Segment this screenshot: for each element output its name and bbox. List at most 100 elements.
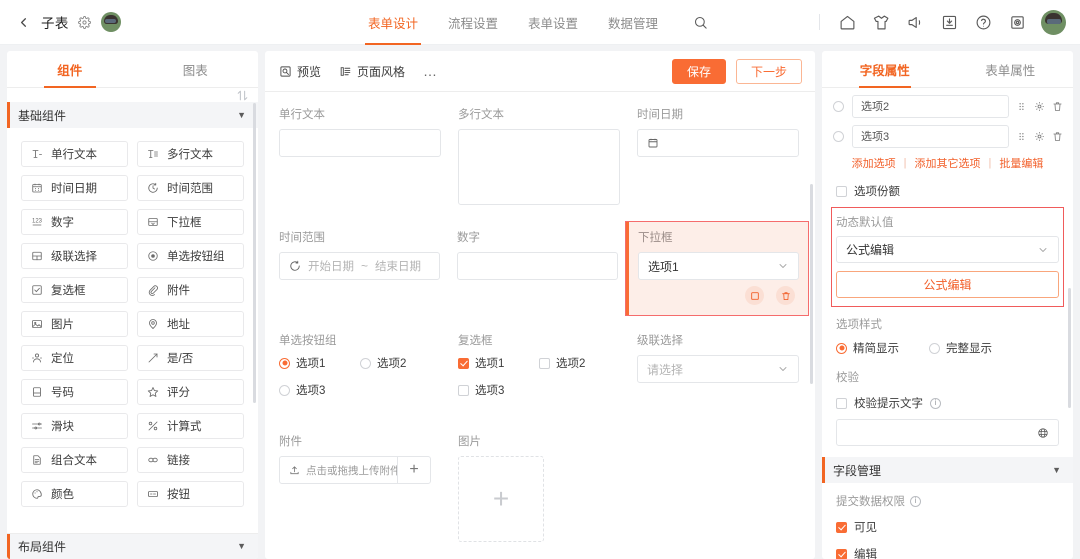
- field-number[interactable]: 数字: [457, 229, 618, 311]
- component-color[interactable]: 颜色: [21, 481, 128, 507]
- radio-option-1[interactable]: 选项1: [279, 355, 360, 371]
- component-checkbox[interactable]: 复选框: [21, 277, 128, 303]
- gear-icon[interactable]: [1034, 131, 1045, 142]
- option-style-full[interactable]: 完整显示: [929, 340, 992, 356]
- group-header-basic[interactable]: 基础组件 ▼: [7, 102, 258, 128]
- info-icon[interactable]: i: [930, 397, 941, 409]
- component-datetime[interactable]: 时间日期: [21, 175, 128, 201]
- option-value-input-2[interactable]: 选项3: [852, 124, 1009, 148]
- gear-icon[interactable]: [1034, 101, 1045, 112]
- permission-visible[interactable]: 可见: [836, 515, 1059, 537]
- add-option-link[interactable]: 添加选项: [852, 155, 896, 171]
- time-range-input[interactable]: 开始日期 ~ 结束日期: [279, 252, 440, 280]
- target-icon[interactable]: [1000, 5, 1034, 39]
- formula-edit-button[interactable]: 公式编辑: [836, 271, 1059, 298]
- next-step-button[interactable]: 下一步: [735, 58, 802, 84]
- number-input[interactable]: [457, 252, 618, 280]
- dropdown-input[interactable]: 选项1: [638, 252, 799, 280]
- option-quota-checkbox[interactable]: 选项份额: [822, 179, 1073, 201]
- tab-form-design[interactable]: 表单设计: [364, 1, 422, 45]
- component-slider[interactable]: 滑块: [21, 413, 128, 439]
- sort-icon[interactable]: [236, 89, 249, 102]
- gear-icon[interactable]: [78, 15, 92, 29]
- left-panel-scrollbar[interactable]: [253, 103, 256, 403]
- more-options-icon[interactable]: …: [423, 64, 438, 78]
- tab-components[interactable]: 组件: [7, 51, 133, 87]
- page-style-button[interactable]: 页面风格: [339, 63, 405, 80]
- radio-indicator[interactable]: [833, 100, 844, 112]
- tab-data-management[interactable]: 数据管理: [608, 1, 658, 45]
- field-checkbox-group[interactable]: 复选框 选项1 选项2 选项3: [458, 332, 620, 413]
- download-icon[interactable]: [932, 5, 966, 39]
- megaphone-icon[interactable]: [898, 5, 932, 39]
- info-icon[interactable]: i: [910, 495, 921, 507]
- datetime-input[interactable]: [637, 129, 799, 157]
- component-rating[interactable]: 评分: [137, 379, 244, 405]
- field-cascader[interactable]: 级联选择 请选择: [637, 332, 799, 413]
- component-formula[interactable]: 计算式: [137, 413, 244, 439]
- help-icon[interactable]: [966, 5, 1000, 39]
- trash-icon[interactable]: [776, 286, 795, 305]
- component-dropdown[interactable]: 下拉框: [137, 209, 244, 235]
- field-image[interactable]: 图片 +: [458, 433, 620, 546]
- component-positioning[interactable]: 定位: [21, 345, 128, 371]
- add-other-option-link[interactable]: 添加其它选项: [915, 155, 981, 171]
- canvas-scrollbar[interactable]: [810, 184, 813, 384]
- component-single-line-text[interactable]: 单行文本: [21, 141, 128, 167]
- avatar[interactable]: [100, 12, 121, 32]
- save-button[interactable]: 保存: [671, 58, 726, 84]
- image-upload-box[interactable]: +: [458, 456, 544, 542]
- field-single-line-text[interactable]: 单行文本: [279, 106, 441, 209]
- option-style-simple[interactable]: 精简显示: [836, 340, 899, 356]
- component-cascader[interactable]: 级联选择: [21, 243, 128, 269]
- user-avatar[interactable]: [1041, 9, 1066, 35]
- component-list-scroll[interactable]: 单行文本 多行文本 时间日期 时间范围 123 数字 下拉框 级联选择 单选按钮…: [7, 128, 258, 533]
- radio-option-2[interactable]: 选项2: [360, 355, 441, 371]
- chevron-left-icon[interactable]: [14, 13, 32, 31]
- checkbox-option-1[interactable]: 选项1: [458, 355, 539, 371]
- right-panel-scrollbar[interactable]: [1068, 288, 1071, 408]
- single-line-text-input[interactable]: [279, 129, 441, 157]
- preview-button[interactable]: 预览: [279, 63, 321, 80]
- batch-edit-link[interactable]: 批量编辑: [999, 155, 1043, 171]
- validation-tip-checkbox[interactable]: 校验提示文字 i: [836, 391, 1059, 413]
- radio-option-3[interactable]: 选项3: [279, 382, 363, 398]
- globe-icon[interactable]: [1037, 427, 1049, 439]
- shirt-icon[interactable]: [864, 5, 898, 39]
- component-composite-text[interactable]: 组合文本: [21, 447, 128, 473]
- trash-icon[interactable]: [1052, 101, 1063, 112]
- tab-form-properties[interactable]: 表单属性: [948, 51, 1074, 87]
- component-yes-no[interactable]: 是/否: [137, 345, 244, 371]
- tab-form-settings[interactable]: 表单设置: [528, 1, 578, 45]
- component-image[interactable]: 图片: [21, 311, 128, 337]
- component-attachment[interactable]: 附件: [137, 277, 244, 303]
- option-value-input-1[interactable]: 选项2: [852, 94, 1009, 118]
- cascader-input[interactable]: 请选择: [637, 355, 799, 383]
- field-attachment[interactable]: 附件 点击或拖拽上传附件,… +: [279, 433, 441, 546]
- multi-line-text-input[interactable]: [458, 129, 620, 205]
- home-icon[interactable]: [830, 5, 864, 39]
- add-attachment-button[interactable]: +: [397, 457, 430, 483]
- component-number[interactable]: 123 数字: [21, 209, 128, 235]
- component-radio-group[interactable]: 单选按钮组: [137, 243, 244, 269]
- component-time-range[interactable]: 时间范围: [137, 175, 244, 201]
- tab-process-settings[interactable]: 流程设置: [448, 1, 498, 45]
- field-datetime[interactable]: 时间日期: [637, 106, 799, 209]
- checkbox-option-3[interactable]: 选项3: [458, 382, 542, 398]
- component-multi-line-text[interactable]: 多行文本: [137, 141, 244, 167]
- component-link[interactable]: 链接: [137, 447, 244, 473]
- copy-icon[interactable]: [745, 286, 764, 305]
- group-header-layout[interactable]: 布局组件 ▼: [7, 533, 258, 559]
- field-dropdown-selected[interactable]: 下拉框 选项1: [625, 221, 809, 316]
- attachment-upload[interactable]: 点击或拖拽上传附件,… +: [279, 456, 431, 484]
- tab-charts[interactable]: 图表: [133, 51, 259, 87]
- component-address[interactable]: 地址: [137, 311, 244, 337]
- validation-tip-input[interactable]: [836, 419, 1059, 446]
- dynamic-default-select[interactable]: 公式编辑: [836, 236, 1059, 263]
- checkbox-option-2[interactable]: 选项2: [539, 355, 620, 371]
- permission-edit[interactable]: 编辑: [836, 542, 1059, 559]
- group-header-field-manage[interactable]: 字段管理 ▼: [822, 457, 1073, 483]
- drag-handle-icon[interactable]: [1016, 101, 1027, 112]
- field-multi-line-text[interactable]: 多行文本: [458, 106, 620, 209]
- field-time-range[interactable]: 时间范围 开始日期 ~ 结束日期: [279, 229, 440, 311]
